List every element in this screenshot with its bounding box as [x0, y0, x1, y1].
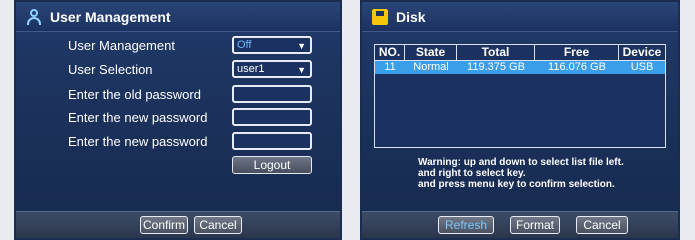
- user-management-select[interactable]: Off ▼: [232, 36, 312, 54]
- user-selection-label: User Selection: [68, 62, 153, 77]
- chevron-down-icon: ▼: [297, 65, 306, 75]
- confirm-password-field[interactable]: [232, 132, 312, 150]
- disk-panel: Disk NO. State Total Free Device 11 Norm…: [360, 0, 680, 240]
- warning-line-2: and right to select key.: [418, 168, 526, 179]
- chevron-down-icon: ▼: [297, 41, 306, 51]
- user-selection-row: User Selection user1 ▼: [16, 60, 340, 80]
- old-password-row: Enter the old password: [16, 85, 340, 105]
- user-selection-value: user1: [237, 63, 265, 75]
- user-management-label: User Management: [68, 38, 175, 53]
- new-password-label: Enter the new password: [68, 110, 208, 125]
- cancel-button[interactable]: Cancel: [194, 216, 242, 234]
- new-password-row: Enter the new password: [16, 108, 340, 128]
- disk-table: NO. State Total Free Device 11 Normal 11…: [374, 44, 666, 148]
- disk-title: Disk: [396, 8, 426, 25]
- warning-text: Warning: up and down to select list file…: [418, 157, 678, 190]
- disk-footer: Refresh Format Cancel: [362, 211, 678, 238]
- cell-device: USB: [630, 61, 654, 73]
- user-selection-select[interactable]: user1 ▼: [232, 60, 312, 78]
- warning-line-3: and press menu key to confirm selection.: [418, 179, 615, 190]
- header-free: Free: [535, 45, 619, 61]
- cell-no: 11: [384, 61, 396, 73]
- confirm-button[interactable]: Confirm: [140, 216, 188, 234]
- cell-total: 119.375 GB: [467, 61, 525, 73]
- cancel-button[interactable]: Cancel: [576, 216, 628, 234]
- user-management-title: User Management: [50, 8, 171, 25]
- cell-state: Normal: [413, 61, 449, 73]
- confirm-password-label: Enter the new password: [68, 134, 208, 149]
- new-password-field[interactable]: [232, 108, 312, 126]
- user-icon: [26, 8, 42, 25]
- refresh-button[interactable]: Refresh: [438, 216, 494, 234]
- user-management-value: Off: [237, 39, 252, 51]
- user-management-footer: Confirm Cancel: [16, 211, 340, 238]
- confirm-password-row: Enter the new password: [16, 132, 340, 152]
- disk-table-header: NO. State Total Free Device: [375, 45, 665, 61]
- format-button[interactable]: Format: [510, 216, 560, 234]
- disk-icon: [372, 8, 388, 25]
- disk-titlebar: Disk: [362, 2, 678, 32]
- user-management-titlebar: User Management: [16, 2, 340, 32]
- header-total: Total: [457, 45, 535, 61]
- user-management-panel: User Management User Management Off ▼ Us…: [14, 0, 342, 240]
- cell-free: 116.076 GB: [548, 61, 606, 73]
- header-state: State: [405, 45, 457, 61]
- old-password-label: Enter the old password: [68, 87, 201, 102]
- header-device: Device: [619, 45, 665, 61]
- header-no: NO.: [375, 45, 405, 61]
- warning-line-1: Warning: up and down to select list file…: [418, 157, 624, 168]
- table-row[interactable]: 11 Normal 119.375 GB 116.076 GB USB: [375, 61, 665, 74]
- user-management-row: User Management Off ▼: [16, 36, 340, 56]
- old-password-field[interactable]: [232, 85, 312, 103]
- logout-button[interactable]: Logout: [232, 156, 312, 174]
